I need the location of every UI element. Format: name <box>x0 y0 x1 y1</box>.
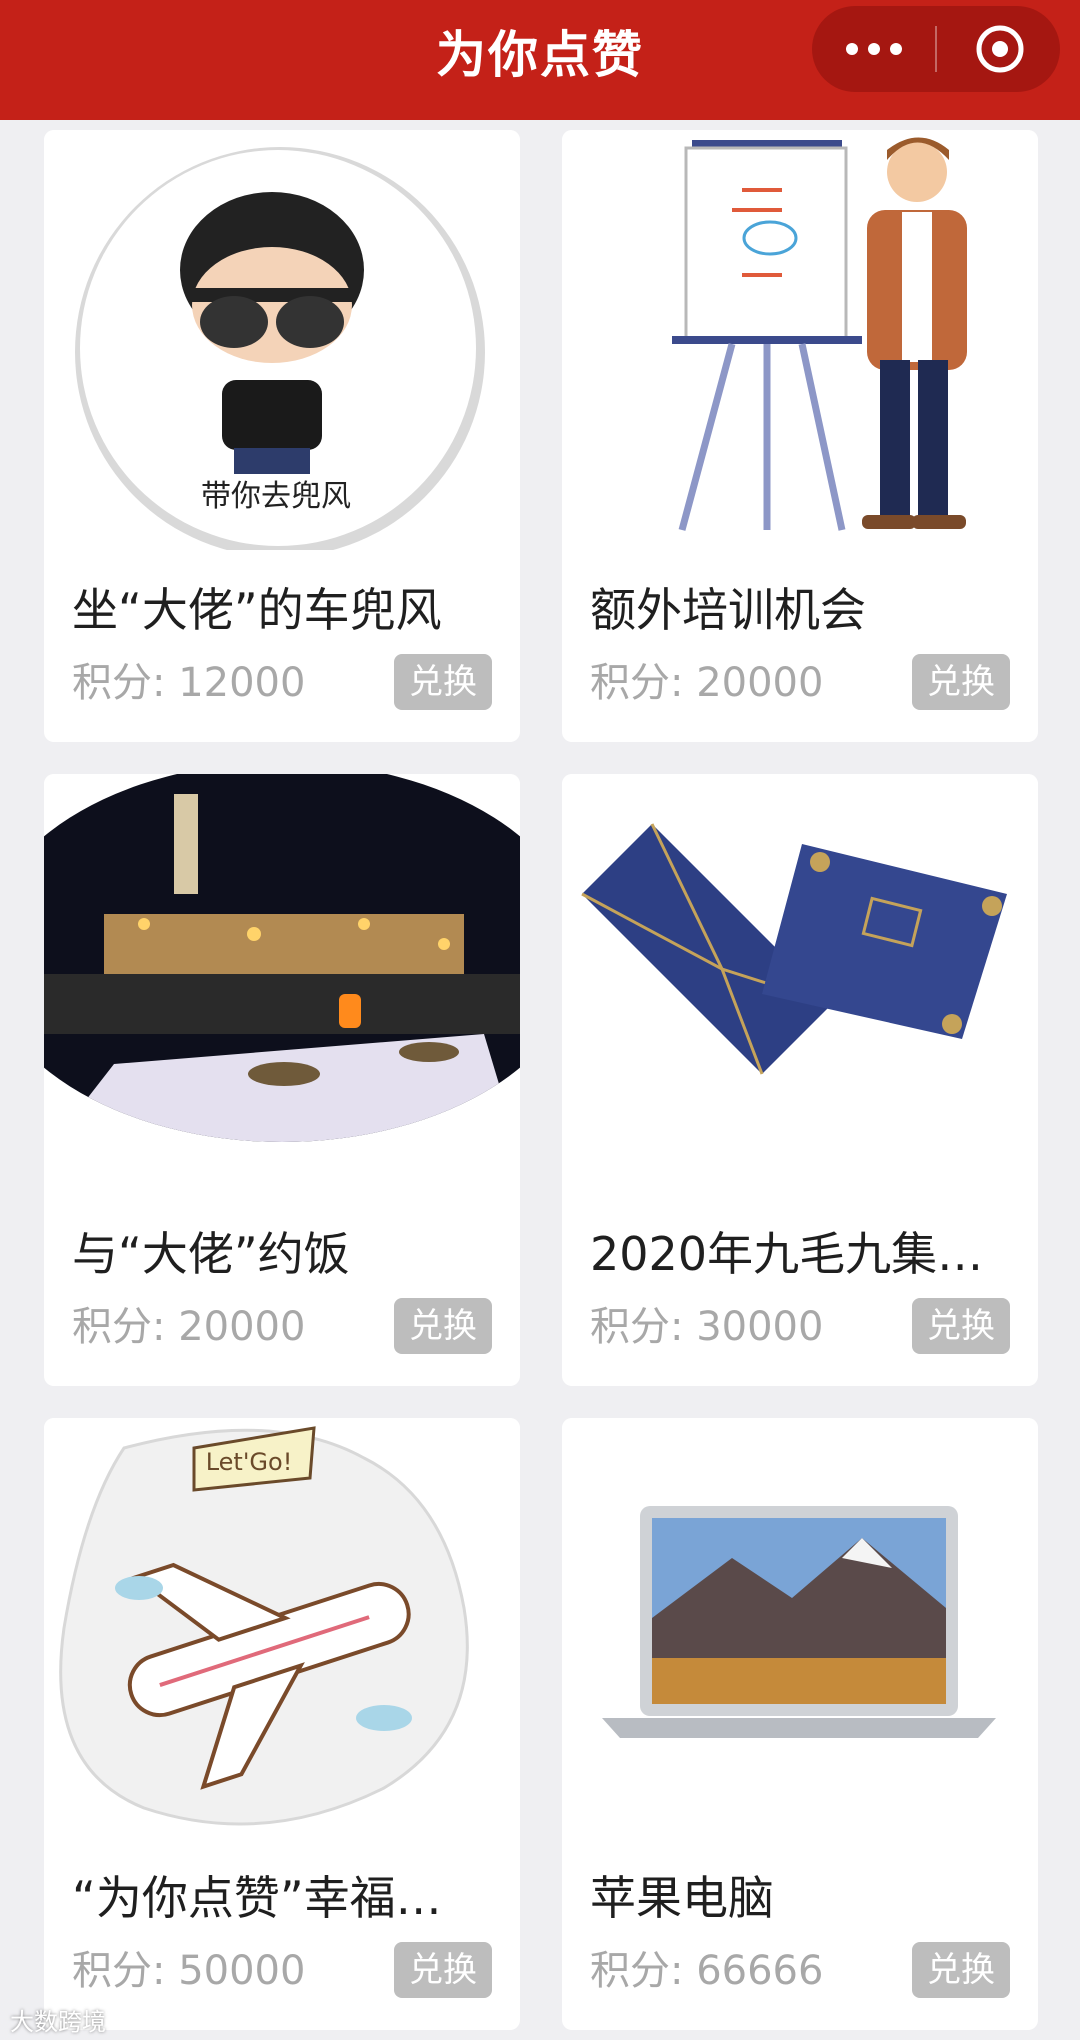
product-card[interactable]: 额外培训机会 积分: 20000 兑换 <box>562 130 1038 742</box>
target-close-icon[interactable] <box>974 23 1026 75</box>
product-card[interactable]: 与“大佬”约饭 积分: 20000 兑换 <box>44 774 520 1386</box>
cartoon-avatar-image: 带你去兜风 <box>44 130 520 550</box>
avatar-image-caption: 带你去兜风 <box>201 479 351 514</box>
product-card[interactable]: 2020年九毛九集… 积分: 30000 兑换 <box>562 774 1038 1386</box>
laptop-image <box>562 1418 1038 1838</box>
product-card[interactable]: Let'Go! “为你点赞”幸福… 积分: 50000 兑换 <box>44 1418 520 2030</box>
product-points: 积分: 20000 <box>590 660 824 706</box>
product-card[interactable]: 带你去兜风 坐“大佬”的车兜风 积分: 12000 兑换 <box>44 130 520 742</box>
product-name: “为你点赞”幸福… <box>72 1871 442 1925</box>
menu-capsule <box>812 6 1060 92</box>
more-dots-icon[interactable] <box>812 6 936 92</box>
product-points: 积分: 30000 <box>590 1304 824 1350</box>
redeem-button[interactable]: 兑换 <box>394 654 492 710</box>
product-name: 额外培训机会 <box>590 583 866 637</box>
redeem-button[interactable]: 兑换 <box>394 1298 492 1354</box>
redeem-button[interactable]: 兑换 <box>912 1298 1010 1354</box>
invitation-envelope-image <box>562 774 1038 1194</box>
redeem-button[interactable]: 兑换 <box>912 654 1010 710</box>
product-points: 积分: 66666 <box>590 1948 824 1994</box>
product-points: 积分: 50000 <box>72 1948 306 1994</box>
capsule-divider <box>935 26 937 72</box>
product-card[interactable]: 苹果电脑 积分: 66666 兑换 <box>562 1418 1038 2030</box>
navigation-bar: 为你点赞 <box>0 0 1080 120</box>
product-points: 积分: 12000 <box>72 660 306 706</box>
product-name: 坐“大佬”的车兜风 <box>72 583 442 637</box>
redeem-button[interactable]: 兑换 <box>394 1942 492 1998</box>
trainer-whiteboard-image <box>562 130 1038 550</box>
airplane-banner-text: Let'Go! <box>206 1448 293 1476</box>
product-points: 积分: 20000 <box>72 1304 306 1350</box>
product-name: 苹果电脑 <box>590 1871 774 1925</box>
dinner-night-view-image <box>44 774 520 1194</box>
redeem-button[interactable]: 兑换 <box>912 1942 1010 1998</box>
airplane-letsgo-image: Let'Go! <box>44 1418 520 1838</box>
product-name: 与“大佬”约饭 <box>72 1227 350 1281</box>
watermark: 大数跨境 <box>10 2008 106 2036</box>
product-name: 2020年九毛九集… <box>590 1227 984 1281</box>
